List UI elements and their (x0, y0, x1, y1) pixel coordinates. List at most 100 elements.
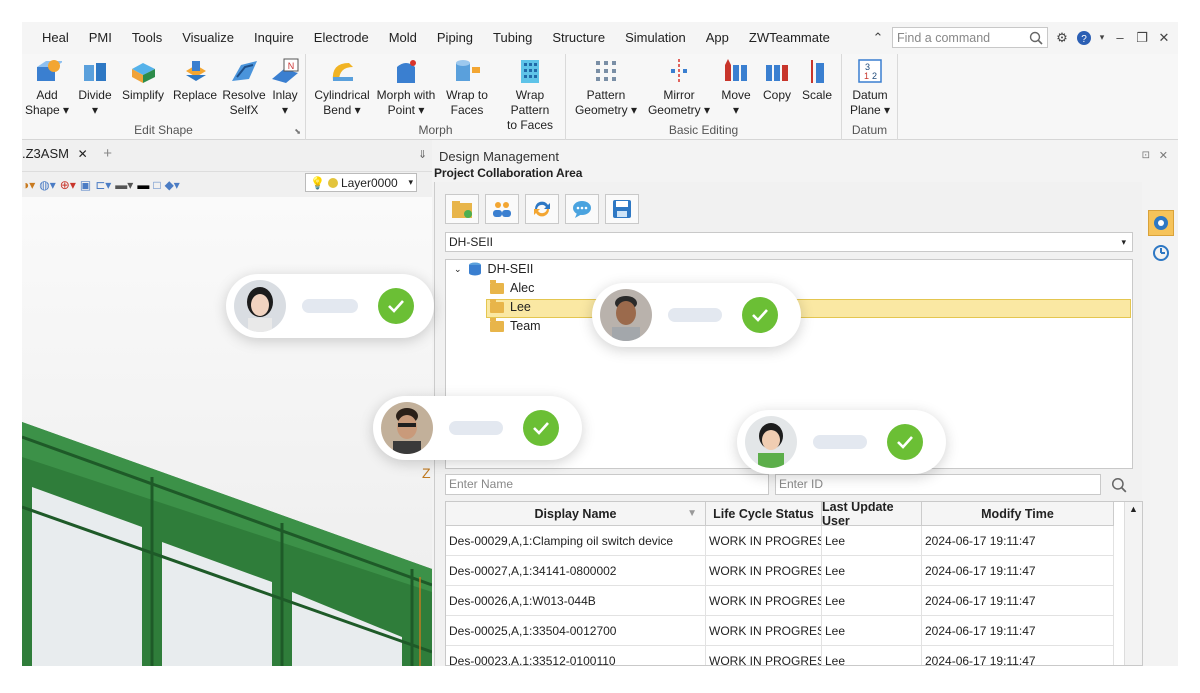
menu-simulation[interactable]: Simulation (615, 22, 696, 54)
tree-item-alec[interactable]: Alec (490, 279, 534, 295)
add-shape-icon (31, 56, 63, 86)
table-row[interactable]: Des-00029,A,1:Clamping oil switch device… (446, 526, 1114, 556)
menu-heal[interactable]: Heal (22, 22, 79, 54)
tree-root-node[interactable]: ⌄ DH-SEII (454, 262, 533, 276)
menu-structure[interactable]: Structure (542, 22, 615, 54)
menu-mold[interactable]: Mold (379, 22, 427, 54)
mirror-geometry-button[interactable]: Mirror Geometry ▾ (644, 56, 714, 118)
history-panel-button[interactable] (1148, 240, 1174, 266)
inlay-button[interactable]: N Inlay ▾ (260, 56, 310, 118)
collapse-ribbon-icon[interactable]: ⌃ (870, 30, 886, 46)
display-filter-icon[interactable]: ◍▾ (39, 178, 56, 192)
document-tab[interactable]: .Z3ASM ✕ + (22, 145, 112, 162)
dialog-launcher-icon[interactable]: ⬊ (294, 127, 301, 136)
help-icon[interactable]: ? (1076, 30, 1092, 46)
render-mode-icon[interactable]: ◑▾ (22, 178, 35, 192)
table-row[interactable]: Des-00025,A,1:33504-0012700 WORK IN PROG… (446, 616, 1114, 646)
menu-zwteammate[interactable]: ZWTeammate (739, 22, 840, 54)
menu-visualize[interactable]: Visualize (172, 22, 244, 54)
id-filter-placeholder: Enter ID (779, 477, 824, 491)
simplify-button[interactable]: Simplify (118, 56, 168, 103)
menu-pmi[interactable]: PMI (79, 22, 122, 54)
menu-inquire[interactable]: Inquire (244, 22, 304, 54)
3d-viewport[interactable]: Z (22, 197, 433, 666)
table-scrollbar[interactable]: ▲ (1124, 502, 1142, 665)
save-button[interactable] (605, 194, 639, 224)
menu-piping[interactable]: Piping (427, 22, 483, 54)
name-filter-input[interactable]: Enter Name (445, 474, 769, 495)
cell-status: WORK IN PROGRESS (706, 616, 822, 646)
layer-dropdown[interactable]: 💡 Layer0000 ▾ (305, 173, 417, 192)
z-axis-label: Z (422, 465, 431, 481)
resolve-selfx-icon (228, 56, 260, 86)
wrap-pattern-to-faces-button[interactable]: Wrap Pattern to Faces (496, 56, 564, 133)
new-folder-button[interactable] (445, 194, 479, 224)
move-button[interactable]: Move ▾ (712, 56, 760, 118)
wrap-to-faces-button[interactable]: Wrap to Faces (438, 56, 496, 118)
frame-icon[interactable]: ▣ (80, 178, 91, 192)
help-dropdown-icon[interactable]: ▾ (1098, 30, 1106, 46)
close-tab-icon[interactable]: ✕ (78, 147, 88, 161)
restore-panel-icon[interactable]: ⊡ (1142, 150, 1150, 161)
find-command-input[interactable]: Find a command (892, 27, 1048, 48)
ribbon-group-edit-shape: Add Shape ▾ Divide ▾ Simplify Replace Re… (22, 54, 306, 140)
column-header-display-name[interactable]: Display Name ▼ (446, 502, 706, 526)
layer-stack-icon[interactable]: ◆▾ (165, 178, 180, 192)
scale-icon (801, 56, 833, 86)
tree-item-team[interactable]: Team (490, 317, 541, 333)
divide-button[interactable]: Divide ▾ (70, 56, 120, 118)
menu-tubing[interactable]: Tubing (483, 22, 542, 54)
morph-with-point-button[interactable]: Morph with Point ▾ (374, 56, 438, 118)
project-select[interactable]: DH-SEII ▾ (445, 232, 1133, 252)
view-orient-icon[interactable]: ⊕▾ (60, 178, 76, 192)
collaboration-panel-button[interactable] (1148, 210, 1174, 236)
add-shape-button[interactable]: Add Shape ▾ (22, 56, 72, 118)
scale-button[interactable]: Scale (794, 56, 840, 103)
table-row[interactable]: Des-00026,A,1:W013-044B WORK IN PROGRESS… (446, 586, 1114, 616)
menu-electrode[interactable]: Electrode (304, 22, 379, 54)
find-command-placeholder: Find a command (897, 30, 991, 45)
cad-application-window: Heal PMI Tools Visualize Inquire Electro… (22, 22, 1178, 666)
settings-gear-icon[interactable]: ⚙ (1054, 30, 1070, 46)
tree-root-label: DH-SEII (487, 262, 534, 276)
datum-group-title: Datum (851, 123, 888, 137)
background-icon[interactable]: ▬▾ (115, 178, 133, 192)
close-icon[interactable]: ✕ (1156, 30, 1172, 46)
tree-item-lee[interactable]: Lee (490, 298, 531, 314)
color-swatch-icon[interactable]: □ (153, 178, 160, 192)
replace-button[interactable]: Replace (170, 56, 220, 103)
cylindrical-bend-button[interactable]: Cylindrical Bend ▾ (312, 56, 372, 118)
datum-plane-button[interactable]: 321 Datum Plane ▾ (845, 56, 895, 118)
menu-app[interactable]: App (696, 22, 739, 54)
line-style-icon[interactable]: ▬ (137, 178, 149, 192)
pattern-geometry-button[interactable]: Pattern Geometry ▾ (574, 56, 638, 118)
expand-chevron-icon[interactable]: ⌄ (454, 264, 462, 275)
new-tab-icon[interactable]: + (103, 145, 112, 162)
search-icon[interactable] (1111, 477, 1127, 493)
cell-time: 2024-06-17 19:11:47 (922, 646, 1114, 665)
team-members-button[interactable] (485, 194, 519, 224)
restore-icon[interactable]: ❐ (1134, 30, 1150, 46)
name-placeholder-bar (449, 421, 503, 435)
comment-button[interactable] (565, 194, 599, 224)
sort-icon[interactable]: ▼ (687, 508, 697, 519)
column-header-modify-time[interactable]: Modify Time (922, 502, 1114, 526)
cell-status: WORK IN PROGRESS (706, 646, 822, 665)
avatar (381, 402, 433, 454)
panel-menu-icon[interactable]: ⇓ (418, 148, 427, 161)
wrap-pattern-to-faces-icon (514, 56, 546, 86)
minimize-icon[interactable]: – (1112, 30, 1128, 46)
table-row[interactable]: Des-00027,A,1:34141-0800002 WORK IN PROG… (446, 556, 1114, 586)
datum-plane-icon: 321 (854, 56, 886, 86)
table-row[interactable]: Des-00023,A,1:33512-0100110 WORK IN PROG… (446, 646, 1114, 665)
document-table: Display Name ▼ Life Cycle Status Last Upd… (445, 501, 1143, 666)
menu-tools[interactable]: Tools (122, 22, 172, 54)
column-header-life-cycle[interactable]: Life Cycle Status (706, 502, 822, 526)
close-panel-icon[interactable]: ✕ (1159, 149, 1168, 162)
sync-button[interactable] (525, 194, 559, 224)
id-filter-input[interactable]: Enter ID (775, 474, 1101, 495)
section-icon[interactable]: ⊏▾ (95, 178, 111, 192)
scroll-up-icon[interactable]: ▲ (1129, 504, 1138, 514)
column-header-last-user[interactable]: Last Update User (822, 502, 922, 528)
cell-user: Lee (822, 556, 922, 586)
